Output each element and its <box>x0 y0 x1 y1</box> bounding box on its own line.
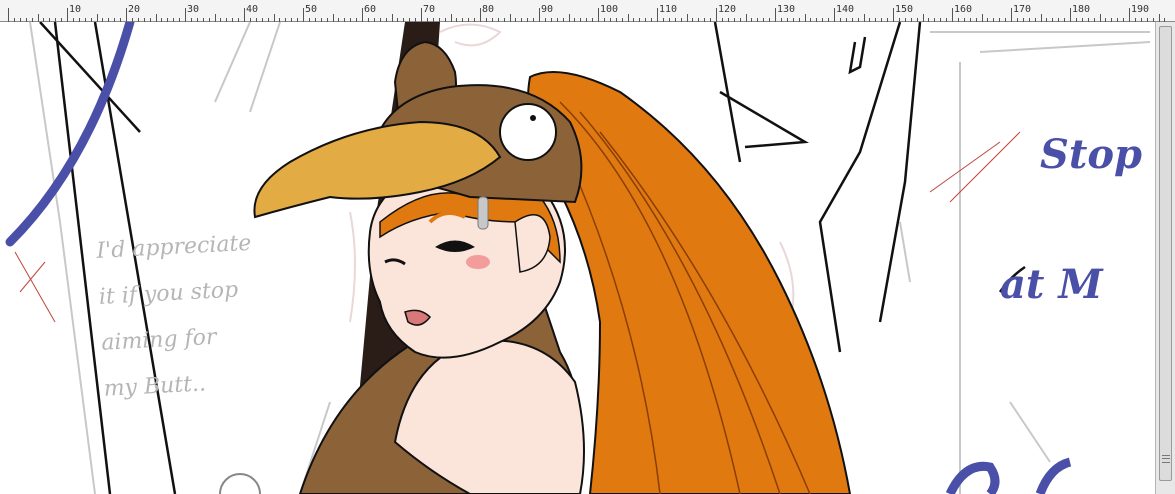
ruler-tick-label: 40 <box>246 4 259 15</box>
ruler-tick-label: 160 <box>954 4 973 15</box>
blue-scribble-bottom-2 <box>1035 457 1072 494</box>
ruler-tick-label: 70 <box>423 4 436 15</box>
ruler-tick-label: 150 <box>895 4 914 15</box>
ruler-tick-label: 190 <box>1131 4 1150 15</box>
ruler-tick-label: 50 <box>305 4 318 15</box>
grip-icon <box>1162 455 1170 463</box>
ruler-tick-label: 30 <box>187 4 200 15</box>
ruler-tick-label: 20 <box>128 4 141 15</box>
hair-clip <box>477 196 489 230</box>
blue-scribble-bottom <box>945 461 1000 494</box>
horizontal-ruler[interactable]: 10 20 30 40 50 60 70 80 90 100 110 120 130 140 150 160 1… <box>0 0 1175 22</box>
sketch-text-right: Stop at M <box>1000 90 1155 350</box>
ruler-tick-label: 100 <box>600 4 619 15</box>
ruler-tick-label: 130 <box>777 4 796 15</box>
ruler-ticks <box>8 8 1165 22</box>
ruler-tick-label: 120 <box>718 4 737 15</box>
ruler-tick-label: 10 <box>69 4 82 15</box>
scrollbar-thumb[interactable] <box>1159 26 1172 481</box>
orb <box>219 473 261 494</box>
ruler-tick-label: 140 <box>836 4 855 15</box>
sketch-text-left: I'd appreciate it if you stop aiming for… <box>95 215 364 412</box>
sketch-line: at M <box>1000 261 1103 308</box>
blush <box>466 255 490 269</box>
drawing-canvas[interactable]: I'd appreciate it if you stop aiming for… <box>0 22 1155 494</box>
ruler-tick-label: 80 <box>482 4 495 15</box>
vertical-scrollbar[interactable] <box>1155 22 1175 494</box>
ruler-tick-label: 110 <box>659 4 678 15</box>
ruler-tick-label: 60 <box>364 4 377 15</box>
ruler-tick-label: 180 <box>1072 4 1091 15</box>
ruler-tick-label: 90 <box>541 4 554 15</box>
hat-eye <box>499 103 557 161</box>
hat-pupil <box>530 115 536 121</box>
sketch-line: Stop <box>1040 131 1143 178</box>
ruler-tick-label: 170 <box>1013 4 1032 15</box>
